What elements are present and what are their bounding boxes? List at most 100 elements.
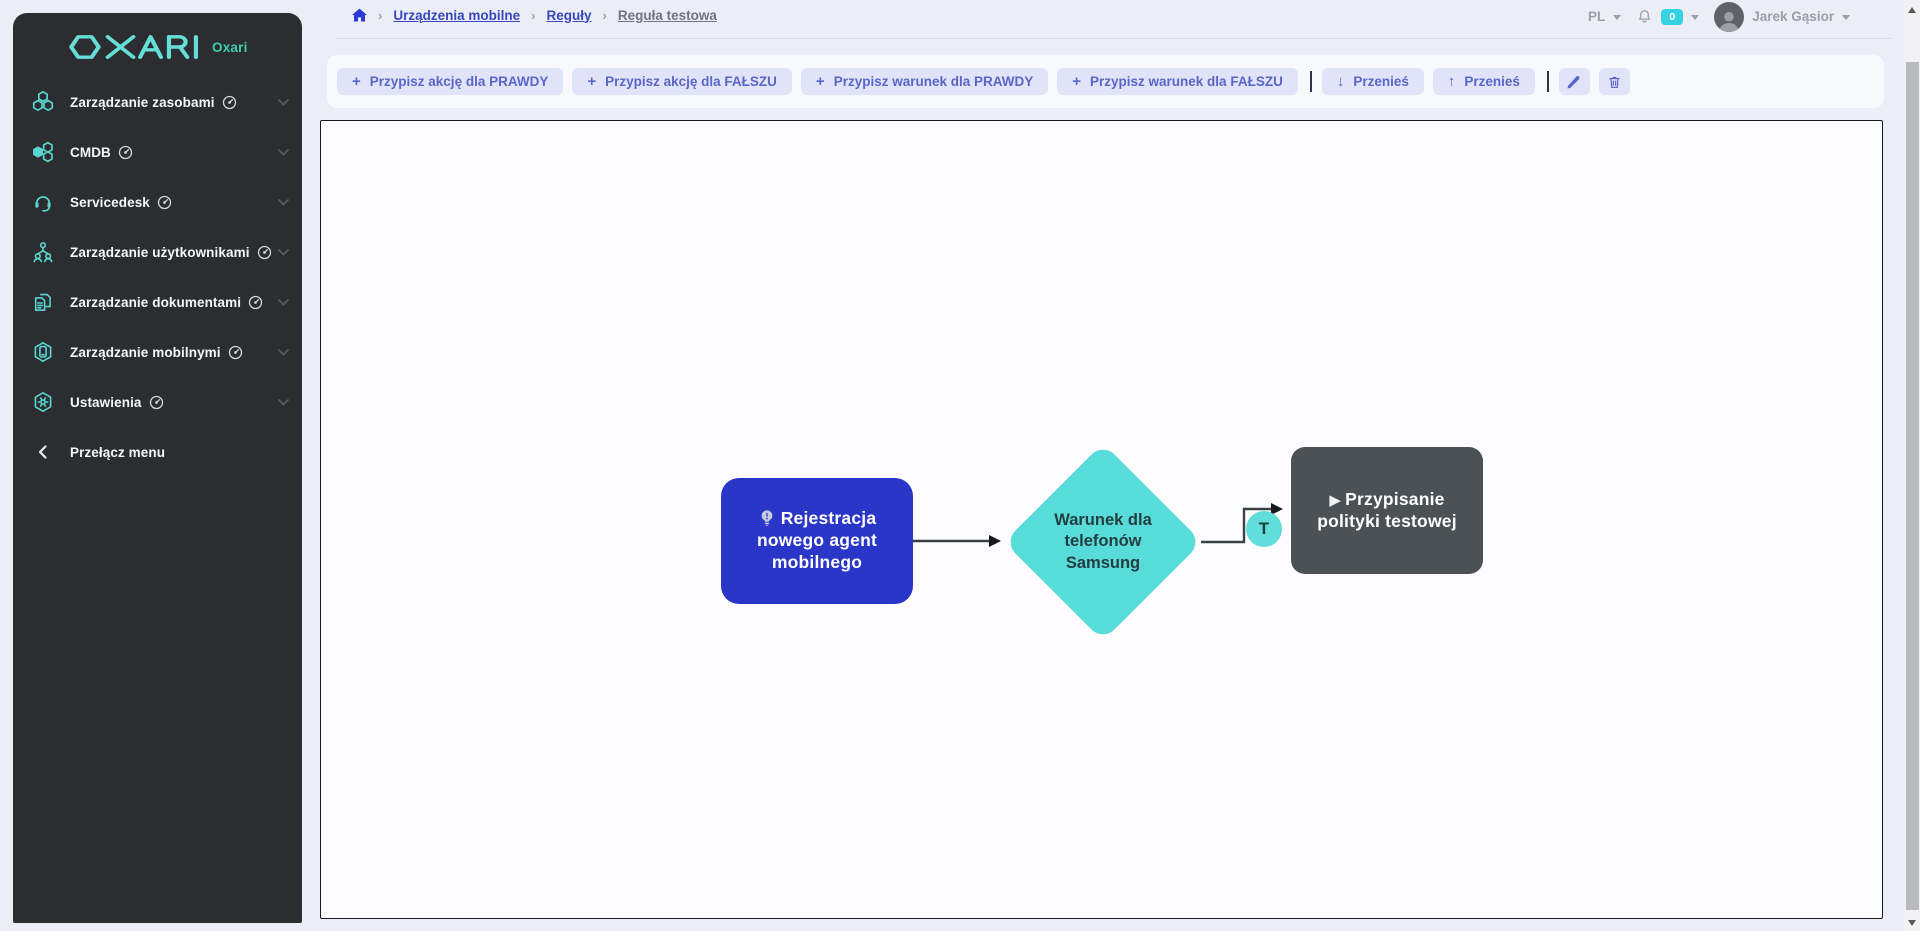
button-label: Przenieś [1353, 74, 1409, 89]
chevron-down-icon [278, 348, 289, 356]
toolbar-divider [1309, 71, 1312, 92]
bell-icon [1636, 8, 1653, 26]
sidebar-item-label: Zarządzanie użytkownikami [70, 244, 250, 260]
sidebar-item-label: Ustawienia [70, 394, 142, 410]
gauge-badge-icon [157, 195, 172, 210]
oxari-logo-icon [69, 35, 199, 59]
chevron-down-icon [278, 198, 289, 206]
trigger-node-label-wrap: Rejestracja nowego agent mobilnego [740, 508, 894, 574]
sidebar-item-cmdb[interactable]: CMDB [13, 127, 302, 177]
assign-action-true-button[interactable]: + Przypisz akcję dla PRAWDY [337, 68, 564, 95]
sidebar-item-servicedesk[interactable]: Servicedesk [13, 177, 302, 227]
sidebar-item-label: Zarządzanie dokumentami [70, 294, 242, 310]
plus-icon: + [815, 73, 825, 90]
sidebar-item-zarzadzanie-dokumentami[interactable]: Zarządzanie dokumentami [13, 277, 302, 327]
chevron-down-icon [278, 298, 289, 306]
arrowhead-icon [989, 535, 1001, 547]
chevron-down-icon [278, 98, 289, 106]
breadcrumb-separator: › [602, 7, 607, 23]
button-label: Przypisz akcję dla PRAWDY [369, 74, 549, 89]
plus-icon: + [587, 73, 597, 90]
gauge-badge-icon [118, 145, 133, 160]
chevron-down-icon [1613, 15, 1622, 20]
breadcrumb-current-page: Reguła testowa [617, 7, 717, 23]
headset-icon [31, 190, 55, 214]
cmdb-nodes-icon [31, 140, 55, 164]
users-org-icon [31, 240, 55, 264]
plus-icon: + [352, 73, 361, 90]
delete-button[interactable] [1598, 68, 1630, 95]
rule-flow-canvas[interactable]: Rejestracja nowego agent mobilnego Warun… [320, 120, 1883, 919]
assign-action-false-button[interactable]: + Przypisz akcję dla FAŁSZU [572, 68, 792, 95]
button-label: Przypisz warunek dla FAŁSZU [1090, 74, 1283, 89]
condition-node-label: Warunek dla telefonów Samsung [1054, 510, 1152, 572]
bulb-alert-icon [761, 510, 773, 526]
scroll-down-arrow-icon[interactable] [1907, 920, 1916, 926]
home-icon[interactable] [352, 8, 367, 22]
notification-count-badge: 0 [1661, 8, 1684, 25]
condition-node[interactable]: Warunek dla telefonów Samsung [1004, 443, 1202, 641]
action-node-label-wrap: ▶ Przypisanie polityki testowej [1310, 489, 1464, 533]
breadcrumb-link-urzadzenia-mobilne[interactable]: Urządzenia mobilne [393, 8, 520, 23]
documents-icon [31, 290, 55, 314]
language-label: PL [1588, 9, 1606, 24]
pencil-icon [1566, 74, 1582, 90]
chevron-down-icon [1691, 15, 1700, 20]
scrollbar-thumb[interactable] [1905, 62, 1919, 910]
move-down-button[interactable]: ↓ Przenieś [1321, 68, 1424, 95]
toolbar-divider [1546, 71, 1549, 92]
chevron-down-icon [1842, 15, 1851, 20]
sidebar-item-zarzadzanie-uzytkownikami[interactable]: Zarządzanie użytkownikami [13, 227, 302, 277]
sidebar-item-zarzadzanie-mobilnymi[interactable]: Zarządzanie mobilnymi [13, 327, 302, 377]
user-name: Jarek Gąsior [1752, 9, 1835, 24]
assign-condition-false-button[interactable]: + Przypisz warunek dla FAŁSZU [1057, 68, 1298, 95]
play-icon: ▶ [1329, 491, 1342, 509]
action-node[interactable]: ▶ Przypisanie polityki testowej [1291, 447, 1483, 574]
rule-toolbar: + Przypisz akcję dla PRAWDY + Przypisz a… [327, 55, 1884, 108]
gauge-badge-icon [257, 245, 272, 260]
hexagon-cluster-icon [31, 90, 55, 114]
gauge-badge-icon [149, 395, 164, 410]
gauge-badge-icon [228, 345, 243, 360]
arrow-up-icon: ↑ [1447, 73, 1456, 90]
true-edge-label: T [1246, 511, 1282, 547]
header-divider [335, 38, 1892, 39]
logo[interactable]: Oxari [13, 13, 302, 60]
assign-condition-true-button[interactable]: + Przypisz warunek dla PRAWDY [800, 68, 1049, 95]
sidebar-item-zarzadzanie-zasobami[interactable]: Zarządzanie zasobami [13, 77, 302, 127]
breadcrumb-link-reguly[interactable]: Reguły [546, 8, 591, 23]
app-window: Oxari Zarządzanie zasobami CMDB Serviced… [0, 0, 1920, 931]
breadcrumb: › Urządzenia mobilne › Reguły › Reguła t… [352, 0, 717, 30]
breadcrumb-separator: › [531, 7, 536, 23]
user-menu[interactable]: Jarek Gąsior [1714, 1, 1851, 32]
mobile-device-icon [31, 340, 55, 364]
trigger-node[interactable]: Rejestracja nowego agent mobilnego [721, 478, 913, 604]
notifications-dropdown[interactable]: 0 [1636, 8, 1700, 26]
language-selector[interactable]: PL [1588, 9, 1622, 24]
sidebar: Oxari Zarządzanie zasobami CMDB Serviced… [13, 13, 302, 923]
chevron-down-icon [278, 398, 289, 406]
condition-node-label-wrap: Warunek dla telefonów Samsung [1033, 472, 1173, 612]
header-controls: PL 0 Jarek Gąsior [1588, 0, 1851, 33]
breadcrumb-separator: › [378, 7, 383, 23]
edit-button[interactable] [1558, 68, 1590, 95]
sidebar-item-ustawienia[interactable]: Ustawienia [13, 377, 302, 427]
chevron-down-icon [278, 248, 289, 256]
button-label: Przenieś [1464, 74, 1520, 89]
scroll-up-arrow-icon[interactable] [1907, 7, 1916, 13]
avatar [1714, 1, 1745, 32]
button-label: Przypisz warunek dla PRAWDY [833, 74, 1034, 89]
arrow-down-icon: ↓ [1336, 73, 1345, 90]
sidebar-menu: Zarządzanie zasobami CMDB Servicedesk Za… [13, 77, 302, 477]
plus-icon: + [1072, 73, 1082, 90]
gauge-badge-icon [222, 95, 237, 110]
sidebar-item-label: Zarządzanie mobilnymi [70, 344, 221, 360]
logo-subtext: Oxari [212, 39, 248, 55]
move-up-button[interactable]: ↑ Przenieś [1432, 68, 1535, 95]
gauge-badge-icon [248, 295, 263, 310]
chevron-left-icon [31, 440, 55, 464]
sidebar-item-label: Servicedesk [70, 194, 150, 210]
sidebar-toggle-menu[interactable]: Przełącz menu [13, 427, 302, 477]
button-label: Przypisz akcję dla FAŁSZU [605, 74, 777, 89]
chevron-down-icon [278, 148, 289, 156]
